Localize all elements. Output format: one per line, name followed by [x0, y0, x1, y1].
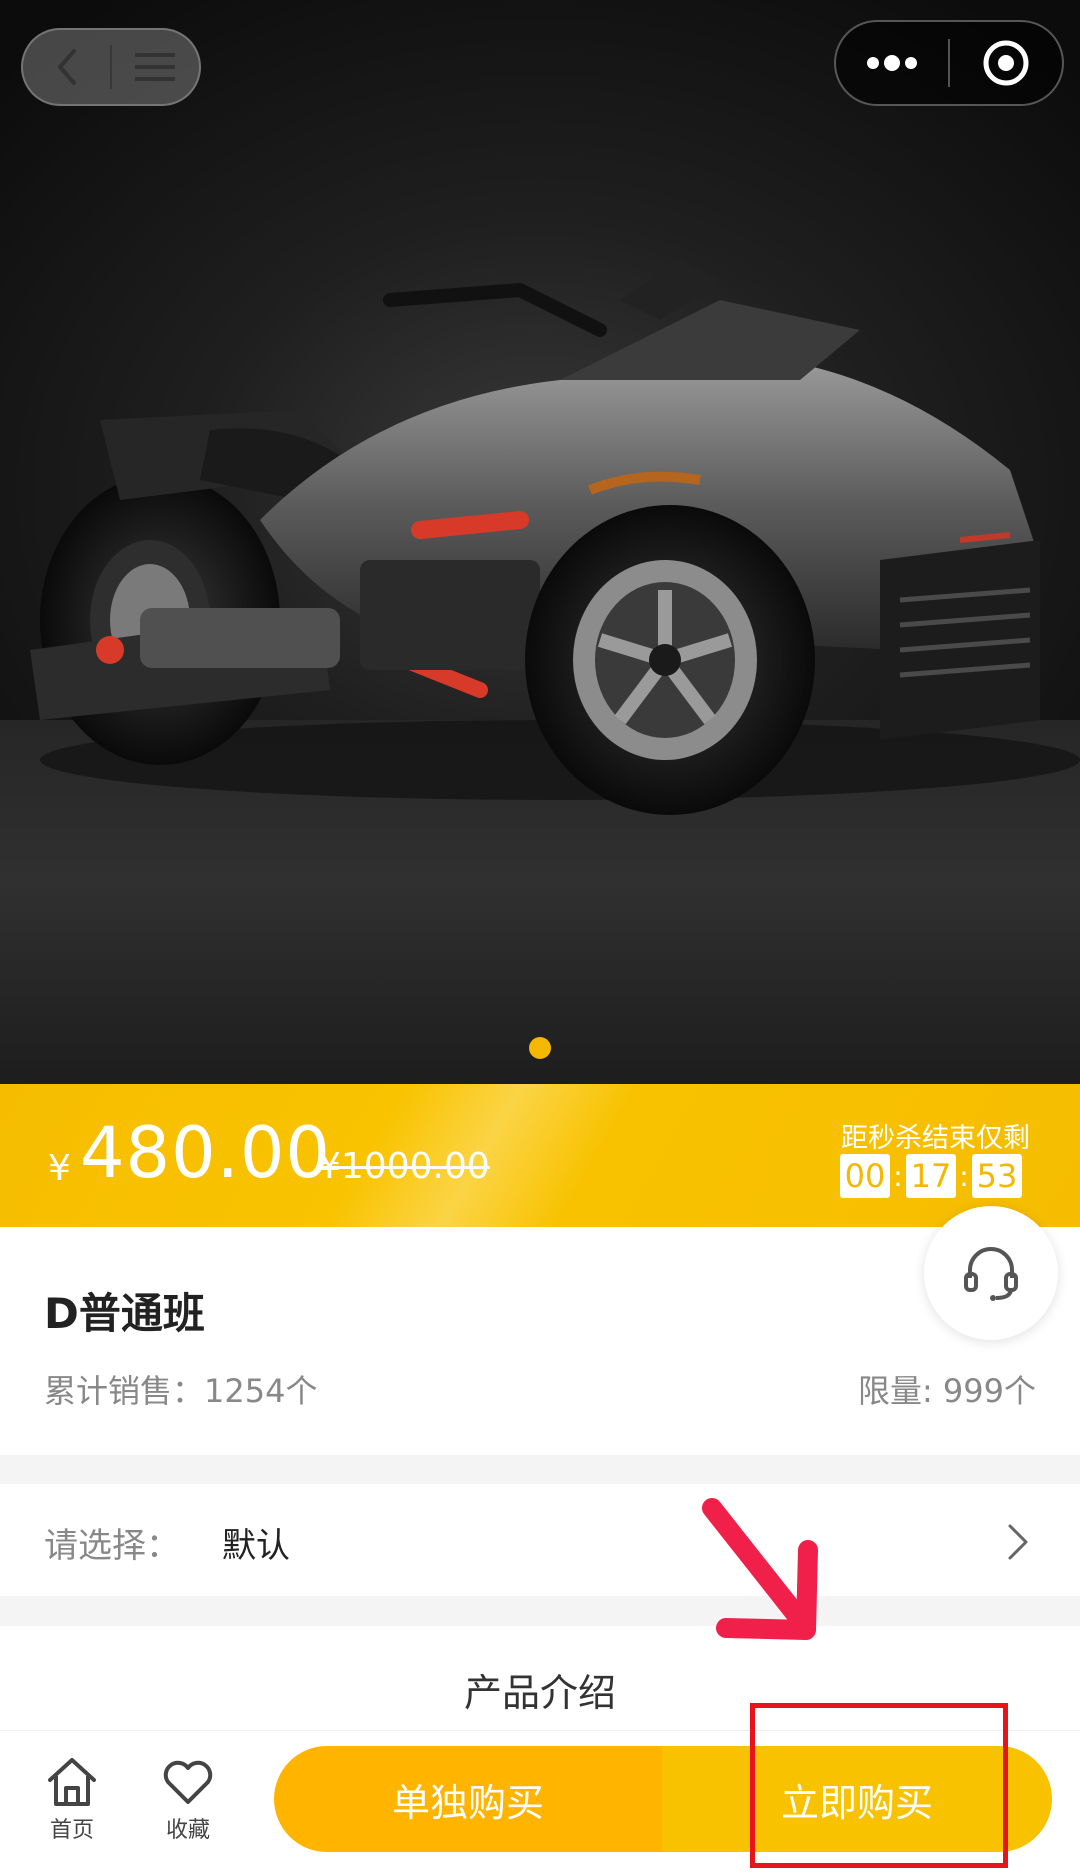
carousel-indicator-dot[interactable] [529, 1037, 551, 1059]
countdown-minutes: 17 [906, 1154, 956, 1198]
customer-service-button[interactable] [924, 1206, 1058, 1340]
tab-home[interactable]: 首页 [22, 1756, 122, 1844]
target-icon [983, 40, 1029, 86]
single-buy-button[interactable]: 单独购买 [274, 1746, 662, 1852]
countdown-hours: 00 [840, 1154, 890, 1198]
chevron-left-icon [57, 49, 76, 85]
headset-icon [964, 1247, 1018, 1301]
sales-count: 累计销售：1254个 [44, 1372, 318, 1410]
menu-icon [135, 53, 176, 81]
purchase-limit: 限量: 999个 [857, 1372, 1036, 1410]
tab-favorite-label: 收藏 [165, 1818, 210, 1843]
tab-home-label: 首页 [49, 1818, 94, 1843]
current-price: 480.00 [80, 1112, 331, 1194]
currency-symbol: ¥ [48, 1148, 71, 1189]
countdown-seconds: 53 [972, 1154, 1022, 1198]
miniprogram-capsule [834, 20, 1064, 106]
menu-button[interactable] [112, 28, 199, 106]
annotation-arrow-icon [702, 1498, 818, 1640]
annotation-highlight-box [750, 1703, 1008, 1868]
countdown-colon: : [893, 1159, 903, 1193]
tab-favorite[interactable]: 收藏 [138, 1756, 238, 1844]
countdown-colon: : [959, 1159, 969, 1193]
close-miniprogram-button[interactable] [950, 20, 1062, 106]
motorcycle-image [30, 260, 1080, 815]
countdown-timer: 00 : 17 : 53 [840, 1154, 1022, 1198]
heart-icon [163, 1760, 213, 1804]
product-image-carousel[interactable] [0, 0, 1080, 1084]
home-icon [48, 1758, 96, 1806]
back-button[interactable] [23, 28, 110, 106]
chevron-right-icon [1008, 1524, 1028, 1560]
countdown-label: 距秒杀结束仅剩 [841, 1123, 1030, 1154]
select-label: 请选择： [44, 1526, 180, 1566]
more-dots-icon [867, 55, 917, 71]
more-button[interactable] [836, 20, 948, 106]
product-info-card [0, 1227, 1080, 1455]
original-price: ¥1000.00 [318, 1146, 490, 1187]
product-title: D普通班 [44, 1289, 205, 1338]
select-value: 默认 [222, 1526, 290, 1566]
product-page: ¥ 480.00 ¥1000.00 距秒杀结束仅剩 00 : 17 : 53 D… [0, 0, 1080, 1872]
nav-capsule [21, 28, 201, 106]
